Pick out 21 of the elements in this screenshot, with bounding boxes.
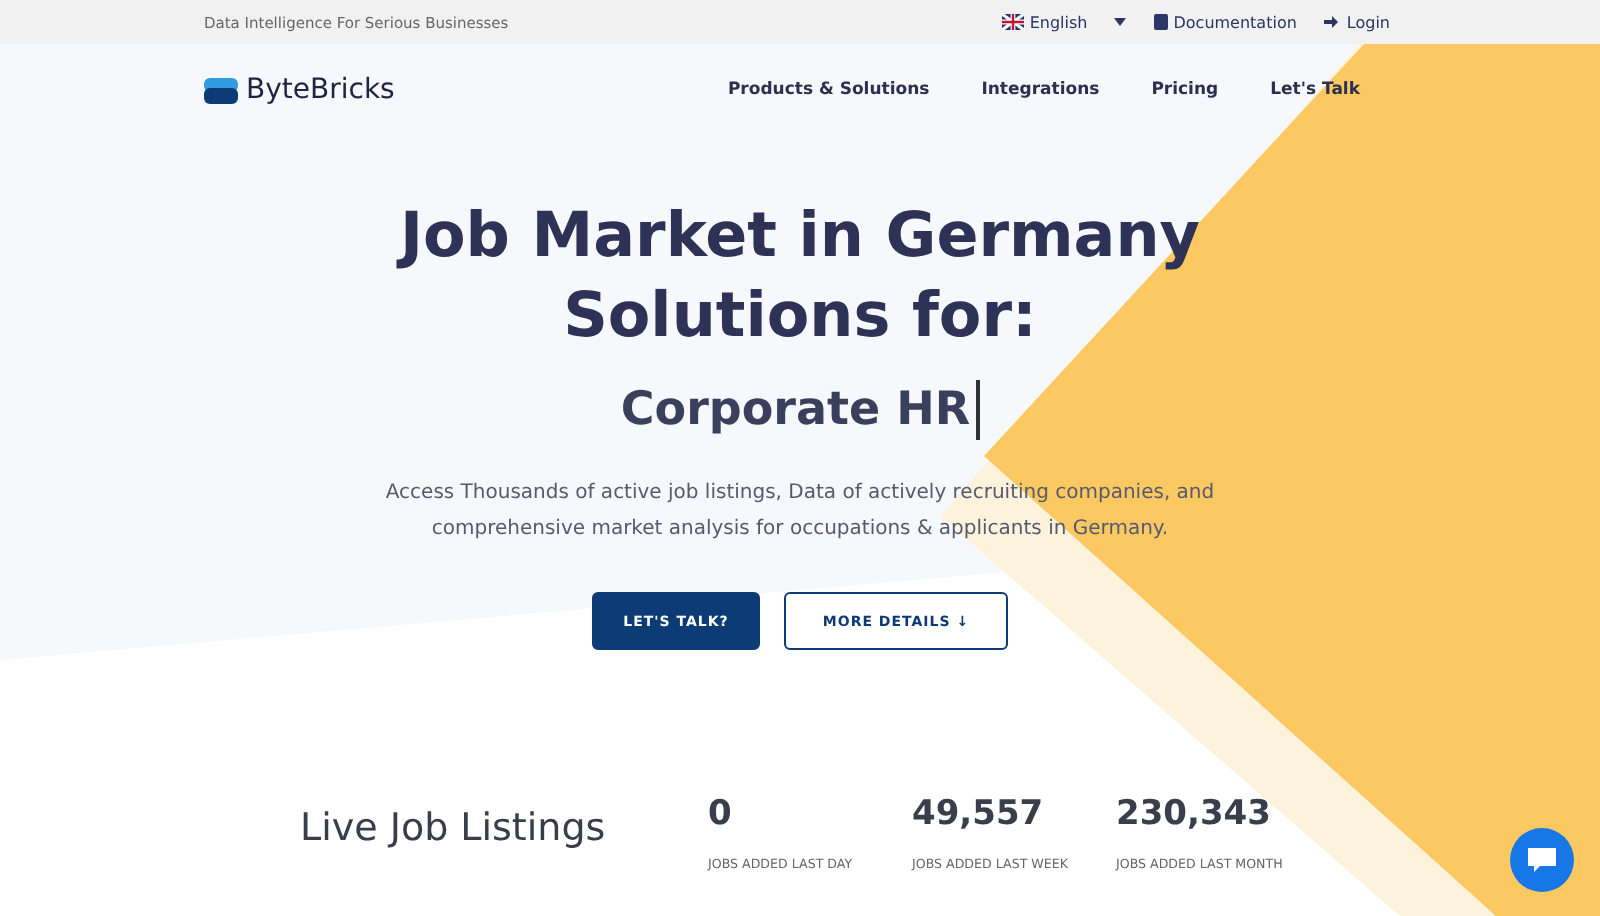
stat-value: 0	[708, 794, 734, 834]
flag-icon	[1001, 14, 1024, 30]
text-cursor	[976, 380, 980, 440]
stat-value: 230,343	[1116, 794, 1273, 834]
book-icon	[1153, 14, 1168, 30]
top-link[interactable]: Login	[1324, 13, 1390, 31]
nav-link[interactable]: Let's Talk	[1270, 80, 1360, 100]
nav-link[interactable]: Pricing	[1151, 80, 1219, 100]
brand-name: ByteBricks	[246, 74, 395, 106]
logo-icon	[204, 77, 238, 103]
top-link[interactable]: Documentation	[1153, 13, 1297, 31]
nav-link[interactable]: Integrations	[981, 80, 1100, 100]
typed-text: Corporate HR	[620, 384, 971, 436]
login-icon	[1324, 14, 1341, 30]
caret-icon	[1113, 18, 1126, 26]
hero-title: Solutions for:	[563, 278, 1037, 356]
chat-icon	[1528, 848, 1556, 872]
nav-link[interactable]: Products & Solutions	[727, 80, 930, 100]
stat-value: 49,557	[912, 794, 1046, 834]
language-selector[interactable]: English	[1001, 13, 1126, 31]
stats-title: Live Job Listings	[300, 806, 608, 850]
